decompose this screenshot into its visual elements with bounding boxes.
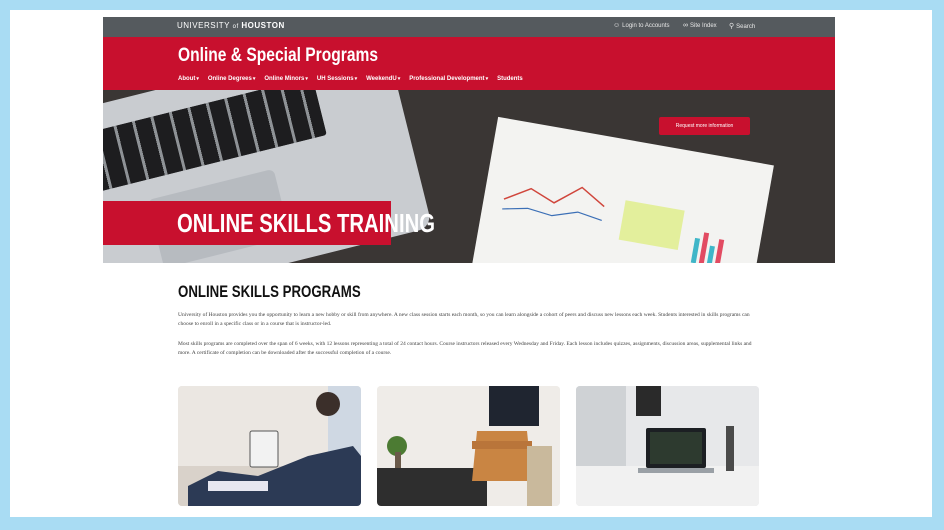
details-paragraph: Most skills programs are completed over …: [178, 341, 752, 356]
paper-graphics: [502, 186, 725, 263]
chart-paper-illustration: [472, 116, 774, 263]
paper-bar: [690, 237, 701, 263]
nav-item-about[interactable]: About▾: [178, 76, 199, 82]
nav-item-uh-sessions[interactable]: UH Sessions▾: [317, 76, 357, 82]
logo-text-university: UNIVERSITY: [177, 21, 230, 30]
nav-label: Students: [497, 76, 523, 82]
search-label: Search: [736, 24, 756, 30]
program-card-2[interactable]: [377, 386, 560, 506]
nav-item-online-degrees[interactable]: Online Degrees▾: [208, 76, 256, 82]
intro-paragraph: University of Houston provides you the o…: [178, 312, 750, 327]
nav-label: Online Degrees: [207, 76, 252, 82]
logo-text-houston: HOUSTON: [241, 21, 285, 30]
site-title[interactable]: Online & Special Programs: [178, 45, 378, 67]
hero-image: Request more information ONLINE SKILLS T…: [103, 90, 835, 263]
search-icon: ⚲: [729, 23, 735, 30]
nav-label: UH Sessions: [316, 76, 354, 82]
paper-bar: [706, 245, 715, 263]
chevron-down-icon: ▾: [252, 76, 256, 82]
card-image-tablet: [178, 386, 361, 506]
chevron-down-icon: ▾: [354, 76, 358, 82]
chevron-down-icon: ▾: [305, 76, 308, 82]
hero-banner-title: ONLINE SKILLS TRAINING: [177, 208, 436, 238]
paper-line-blue: [502, 207, 602, 221]
card-image-laptop-desk: [576, 386, 759, 506]
card-image-briefcase: [377, 386, 560, 506]
nav-item-online-minors[interactable]: Online Minors▾: [264, 76, 308, 82]
login-label: Login to Accounts: [622, 23, 670, 29]
site-header: Online & Special Programs About▾ Online …: [103, 37, 835, 90]
login-link[interactable]: ☺ Login to Accounts: [613, 22, 670, 29]
site-index-label: Site Index: [690, 23, 717, 29]
paper-area-green: [618, 200, 685, 251]
chevron-down-icon: ▾: [485, 76, 489, 82]
search-link[interactable]: ⚲ Search: [729, 22, 755, 30]
program-card-1[interactable]: [178, 386, 361, 506]
paper-bar: [698, 232, 710, 263]
nav-item-students[interactable]: Students: [497, 76, 523, 82]
paper-bar: [714, 239, 725, 263]
utility-bar: UNIVERSITY of HOUSTON ☺ Login to Accounts…: [103, 17, 835, 37]
chevron-down-icon: ▾: [397, 76, 401, 82]
site-index-link[interactable]: ∞ Site Index: [683, 22, 717, 29]
hero-banner: ONLINE SKILLS TRAINING: [103, 201, 435, 245]
request-info-button[interactable]: Request more information: [659, 117, 750, 135]
link-icon: ∞: [683, 22, 688, 29]
nav-label: Professional Development: [409, 76, 485, 82]
logo-text-of: of: [232, 24, 239, 30]
nav-item-weekendu[interactable]: WeekendU▾: [366, 76, 400, 82]
chevron-down-icon: ▾: [196, 76, 199, 82]
nav-label: About: [178, 76, 196, 82]
nav-label: WeekendU: [366, 76, 397, 82]
nav-label: Online Minors: [264, 76, 305, 82]
university-logo[interactable]: UNIVERSITY of HOUSTON: [177, 21, 285, 30]
paper-line-red: [503, 186, 605, 208]
keyboard-illustration: [103, 90, 327, 193]
main-nav: About▾ Online Degrees▾ Online Minors▾ UH…: [178, 76, 523, 82]
program-card-3[interactable]: [576, 386, 759, 506]
nav-item-professional-development[interactable]: Professional Development▾: [409, 76, 488, 82]
user-icon: ☺: [613, 22, 621, 29]
main-content: ONLINE SKILLS PROGRAMS University of Hou…: [178, 282, 758, 356]
page-heading: ONLINE SKILLS PROGRAMS: [178, 282, 361, 301]
